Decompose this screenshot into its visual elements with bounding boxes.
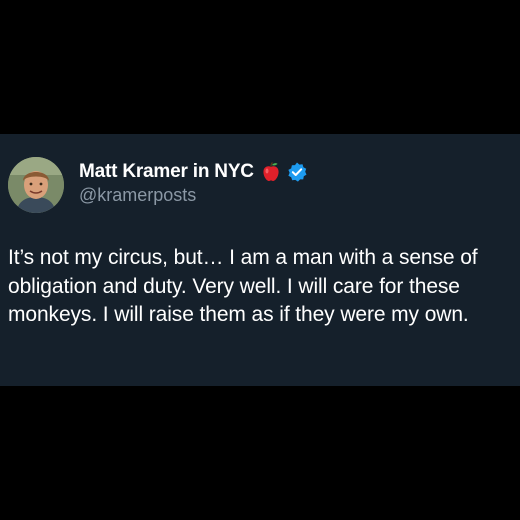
display-name[interactable]: Matt Kramer in NYC [79, 161, 254, 183]
verified-badge-icon [286, 161, 308, 183]
avatar[interactable] [8, 157, 64, 213]
tweet-text: It’s not my circus, but… I am a man with… [8, 246, 478, 326]
tweet-card: Matt Kramer in NYC @kramerposts It’s not… [0, 134, 520, 386]
display-name-row: Matt Kramer in NYC [79, 160, 308, 184]
user-handle[interactable]: @kramerposts [79, 185, 196, 206]
apple-emoji-icon [260, 161, 282, 183]
